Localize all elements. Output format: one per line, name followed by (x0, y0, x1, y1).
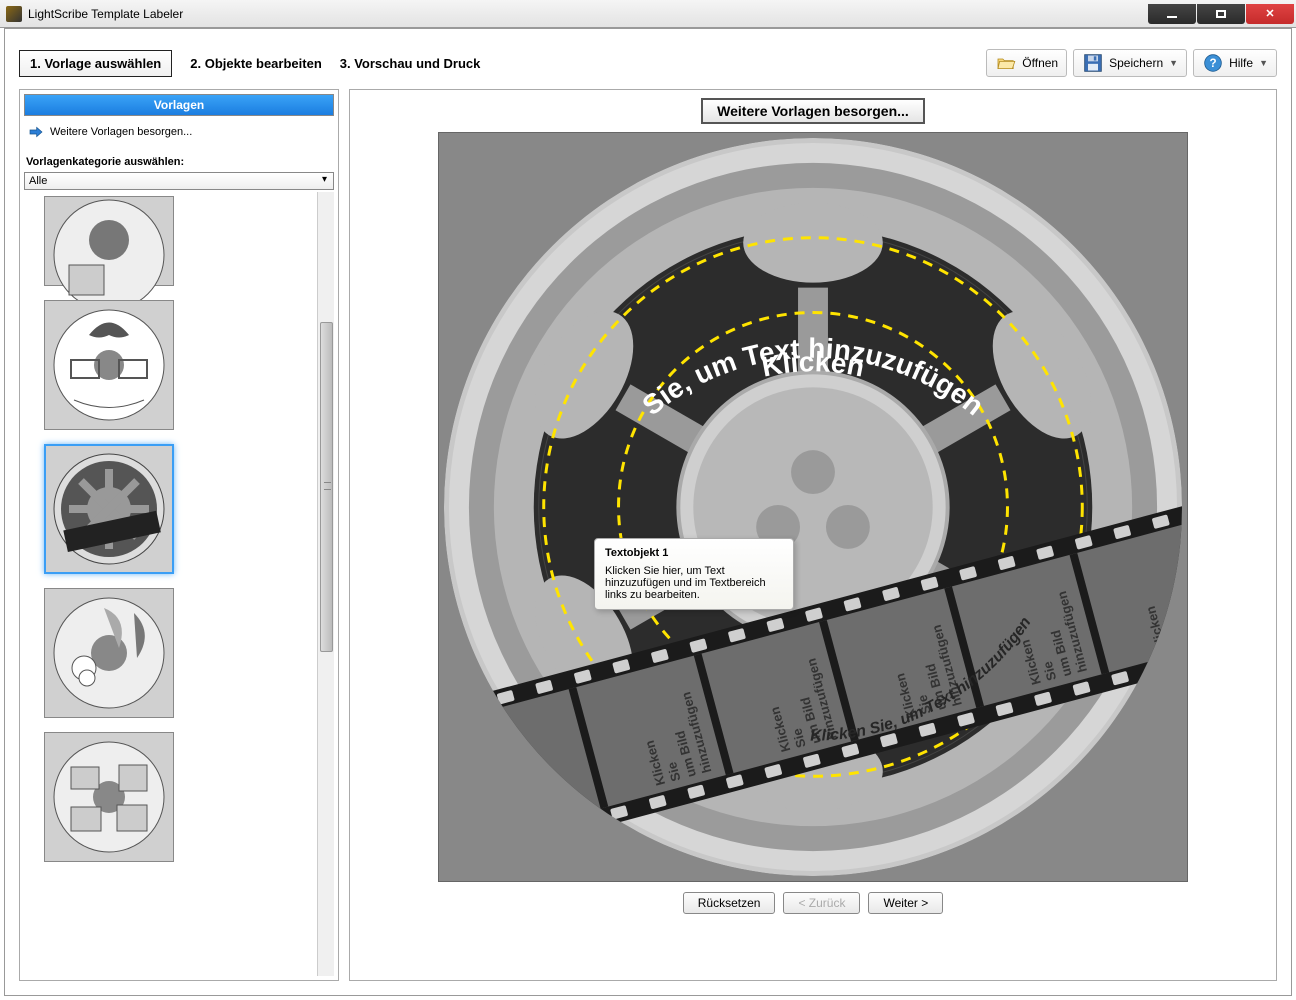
minimize-button[interactable] (1148, 4, 1196, 24)
main-area: Vorlagen Weitere Vorlagen besorgen... Vo… (19, 89, 1277, 981)
svg-text:?: ? (1210, 57, 1217, 70)
tooltip-title: Textobjekt 1 (605, 547, 783, 559)
save-label: Speichern (1109, 56, 1163, 70)
step-3-label[interactable]: 3. Vorschau und Druck (340, 56, 481, 71)
category-select[interactable]: Alle (24, 172, 334, 190)
help-dropdown-icon[interactable]: ▼ (1259, 58, 1268, 68)
category-value: Alle (29, 175, 47, 187)
svg-text:Sie: Sie (1165, 626, 1185, 649)
save-button[interactable]: Speichern ▼ (1073, 49, 1187, 77)
next-button[interactable]: Weiter > (868, 892, 943, 914)
tooltip-body: Klicken Sie hier, um Text hinzuzufügen u… (605, 565, 783, 601)
close-button[interactable] (1246, 4, 1294, 24)
window-title: LightScribe Template Labeler (28, 7, 1147, 21)
help-label: Hilfe (1229, 56, 1253, 70)
sidebar: Vorlagen Weitere Vorlagen besorgen... Vo… (19, 89, 339, 981)
svg-text:um Bild: um Bild (1173, 595, 1187, 645)
folder-open-icon (995, 53, 1017, 73)
thumbnail-scrollbar[interactable] (317, 192, 334, 976)
save-dropdown-icon[interactable]: ▼ (1169, 58, 1178, 68)
open-label: Öffnen (1022, 56, 1058, 70)
template-thumb-3-selected[interactable] (44, 444, 174, 574)
more-templates-text: Weitere Vorlagen besorgen... (50, 126, 192, 138)
step-toolbar: 1. Vorlage auswählen 2. Objekte bearbeit… (19, 43, 1277, 83)
get-more-templates-button[interactable]: Weitere Vorlagen besorgen... (701, 98, 925, 124)
template-thumbnails (24, 192, 334, 976)
arrow-right-icon (28, 124, 44, 140)
reset-button[interactable]: Rücksetzen (683, 892, 776, 914)
app-icon (6, 6, 22, 22)
maximize-button[interactable] (1197, 4, 1245, 24)
template-thumb-4[interactable] (44, 588, 174, 718)
disc-preview[interactable]: Klicken Sie um Bild hinzuzufügen Klicken… (438, 132, 1188, 882)
template-thumb-1[interactable] (44, 196, 174, 286)
canvas-panel: Weitere Vorlagen besorgen... (349, 89, 1277, 981)
wizard-nav: Rücksetzen < Zurück Weiter > (683, 892, 944, 914)
back-button: < Zurück (783, 892, 860, 914)
help-button[interactable]: ? Hilfe ▼ (1193, 49, 1277, 77)
app-body: 1. Vorlage auswählen 2. Objekte bearbeit… (4, 28, 1292, 996)
sidebar-header: Vorlagen (24, 94, 334, 116)
titlebar: LightScribe Template Labeler (0, 0, 1296, 28)
step-2-label[interactable]: 2. Objekte bearbeiten (190, 56, 322, 71)
scrollbar-thumb[interactable] (320, 322, 333, 652)
svg-text:hinzuzufügen: hinzuzufügen (1179, 556, 1187, 641)
step-1-button[interactable]: 1. Vorlage auswählen (19, 50, 172, 77)
window-controls (1147, 4, 1294, 24)
template-thumb-2[interactable] (44, 300, 174, 430)
text-object-tooltip: Textobjekt 1 Klicken Sie hier, um Text h… (594, 538, 794, 610)
template-thumb-5[interactable] (44, 732, 174, 862)
floppy-disk-icon (1082, 53, 1104, 73)
open-button[interactable]: Öffnen (986, 49, 1067, 77)
help-icon: ? (1202, 53, 1224, 73)
category-label: Vorlagenkategorie auswählen: (26, 156, 332, 168)
more-templates-link[interactable]: Weitere Vorlagen besorgen... (28, 124, 330, 140)
